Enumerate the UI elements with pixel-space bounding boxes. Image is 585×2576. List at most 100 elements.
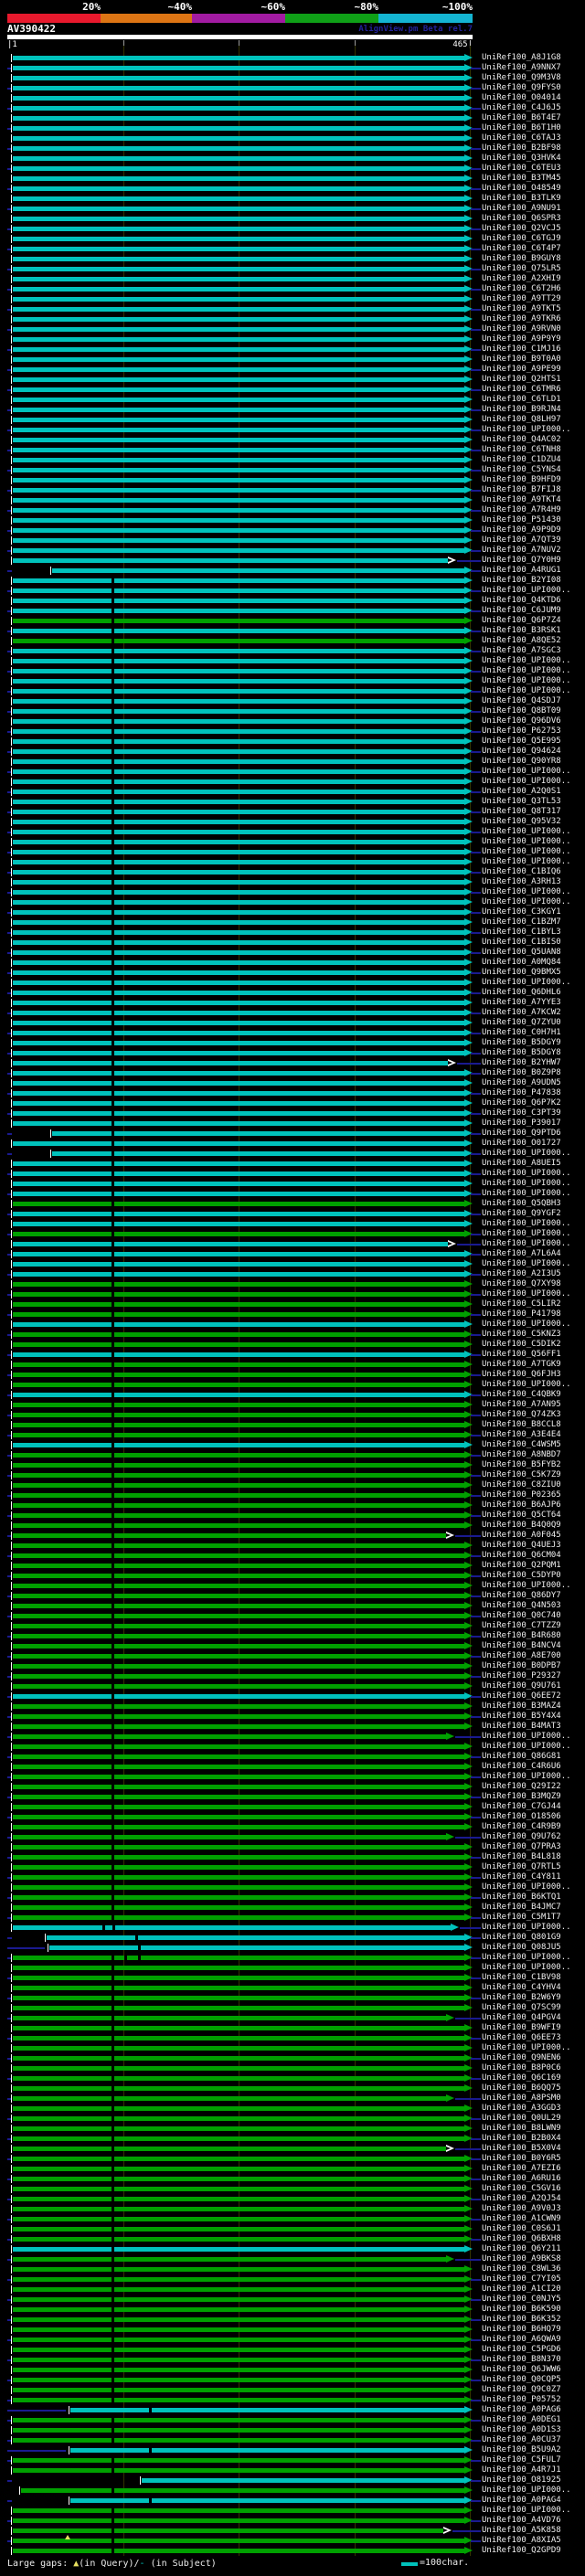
query-start-tick [50,567,51,575]
alignment-row: UniRef100_C6TEU3 [0,164,585,174]
alignment-row: UniRef100_C7YI05 [0,2274,585,2284]
query-start-tick [11,1753,12,1761]
hit-label: UniRef100_A9TKT5 [482,304,561,314]
alignment-row: UniRef100_B2W6Y9 [0,1993,585,2003]
label-connector-dash [471,409,481,411]
alignment-row: UniRef100_B2BF98 [0,143,585,154]
alignment-bar [13,1091,464,1096]
hit-label: UniRef100_Q6Y211 [482,2244,561,2254]
lead-dash [7,2480,12,2482]
query-start-tick [11,798,12,806]
query-start-tick [11,758,12,766]
query-start-tick [11,164,12,173]
query-start-tick [11,1743,12,1751]
arrow-icon [464,818,473,825]
arrow-icon [464,476,473,483]
alignment-bar [13,991,464,995]
query-start-tick [11,1109,12,1118]
subject-gap-marker [112,2025,114,2031]
query-start-tick [11,2295,12,2304]
hit-label: UniRef100_UPI000.. [482,897,571,907]
query-start-tick [11,1723,12,1731]
query-start-tick [11,1491,12,1500]
alignment-bar [13,2126,464,2131]
alignment-row: UniRef100_Q2HTS1 [0,375,585,385]
alignment-row: UniRef100_Q6DHL6 [0,988,585,998]
alignment-bar [13,1654,464,1659]
hit-label: UniRef100_Q6JWW6 [482,2365,561,2375]
query-start-tick [11,1471,12,1479]
query-start-tick [11,2135,12,2143]
alignment-bar [13,970,464,975]
alignment-row: UniRef100_UPI000.. [0,1149,585,1159]
label-connector-dash [471,1937,481,1939]
alignment-bar [13,327,464,332]
alignment-row: UniRef100_Q0C740 [0,1611,585,1621]
subject-gap-marker [149,2407,152,2413]
subject-gap-marker [112,2166,114,2172]
query-start-tick [11,295,12,303]
alignment-row: UniRef100_B2YI08 [0,576,585,586]
alignment-bar [13,1463,464,1468]
alignment-row: UniRef100_A7EZI6 [0,2164,585,2174]
hit-label: UniRef100_Q4N503 [482,1601,561,1611]
alignment-bar [13,2016,446,2020]
subject-gap-marker [112,2276,114,2283]
alignment-row: UniRef100_A7YYE3 [0,998,585,1008]
label-connector [457,1244,481,1246]
query-start-tick [11,1893,12,1902]
subject-gap-marker [112,2236,114,2242]
arrow-icon [464,2044,473,2051]
alignment-bar [13,1785,464,1789]
hit-label: UniRef100_Q0UL29 [482,2114,561,2124]
hit-label: UniRef100_UPI000.. [482,1963,571,1973]
alignment-bar [13,317,464,322]
label-connector-dash [471,1254,481,1256]
arrow-icon [464,1743,473,1750]
subject-gap-marker [112,1191,114,1197]
arrow-icon [464,175,473,182]
query-start-tick [11,1501,12,1510]
label-connector-dash [471,1153,481,1155]
query-start-tick [11,1511,12,1520]
query-start-tick [11,1823,12,1831]
query-start-tick [11,1582,12,1590]
alignment-bar [13,719,464,724]
alignment-bar [13,387,464,392]
alignment-row: UniRef100_C5KNZ3 [0,1330,585,1340]
hit-label: UniRef100_A9TKR6 [482,314,561,324]
scale-label: ~60% [221,1,285,13]
arrow-icon [464,114,473,122]
subject-gap-marker [112,1050,114,1056]
alignment-row: UniRef100_C1BYL3 [0,928,585,938]
subject-gap-marker [112,819,114,825]
arrow-icon [464,1140,473,1147]
query-start-tick [11,2386,12,2394]
query-start-tick [11,1300,12,1309]
subject-gap-marker [112,2186,114,2192]
alignment-bar [13,1594,464,1598]
alignment-row: UniRef100_B8P0C6 [0,2063,585,2073]
alignment-bar [13,2147,446,2151]
subject-gap-marker [112,1341,114,1348]
alignment-row: UniRef100_B3RSK1 [0,626,585,636]
alignment-row: UniRef100_Q6Y211 [0,2244,585,2254]
alignment-bar [13,76,464,80]
label-connector-dash [471,429,481,431]
query-start-tick [11,2094,12,2103]
subject-gap-marker [138,1945,141,1951]
alignment-bar [47,1935,464,1940]
subject-gap-marker [112,668,114,674]
subject-gap-marker [112,2226,114,2232]
alignment-row: UniRef100_A7KCW2 [0,1008,585,1018]
query-start-tick [11,1210,12,1218]
query-start-tick [11,366,12,374]
query-start-tick [11,1712,12,1721]
alignment-row: UniRef100_Q3HVK4 [0,154,585,164]
subject-gap-marker [112,1492,114,1499]
query-start-tick [11,205,12,213]
alignment-row: UniRef100_Q5E995 [0,737,585,747]
arrow-icon [464,597,473,604]
label-connector-dash [471,872,481,874]
alignment-row: UniRef100_Q6SPR3 [0,214,585,224]
